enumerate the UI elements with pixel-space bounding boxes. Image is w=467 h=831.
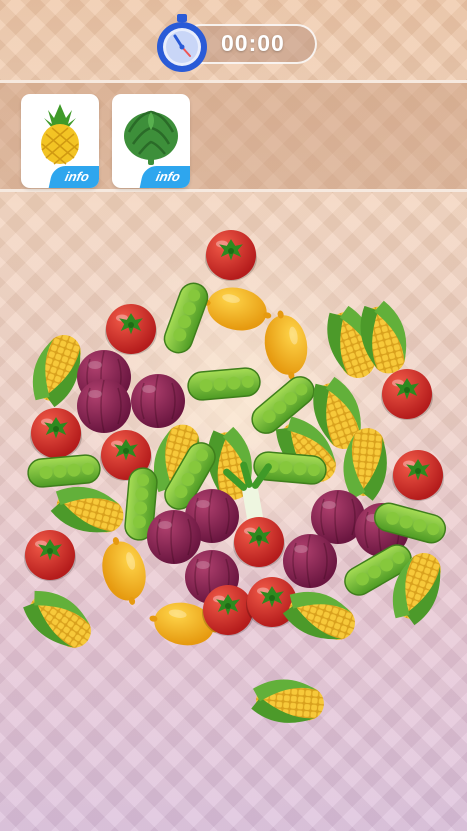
tomato[interactable] bbox=[233, 517, 285, 568]
red-onion[interactable] bbox=[130, 373, 186, 429]
corn[interactable] bbox=[47, 479, 129, 541]
game-board[interactable] bbox=[0, 195, 467, 831]
lemon[interactable] bbox=[94, 531, 154, 611]
timer: 00:00 bbox=[155, 12, 320, 74]
red-onion[interactable] bbox=[146, 509, 202, 565]
goal-card-artichoke[interactable]: info bbox=[112, 94, 190, 188]
corn[interactable] bbox=[250, 676, 326, 726]
tomato[interactable] bbox=[105, 304, 157, 355]
pea-pod[interactable] bbox=[26, 453, 102, 489]
goal-card-pineapple[interactable]: info bbox=[21, 94, 99, 188]
lemon[interactable] bbox=[198, 281, 276, 337]
red-onion[interactable] bbox=[282, 533, 338, 589]
info-button[interactable]: info bbox=[139, 166, 190, 188]
stopwatch-icon bbox=[157, 14, 207, 72]
tomato[interactable] bbox=[205, 230, 257, 281]
corn[interactable] bbox=[16, 581, 101, 658]
red-onion[interactable] bbox=[76, 378, 132, 434]
artichoke-icon bbox=[124, 110, 178, 165]
goal-tray: info info bbox=[0, 80, 467, 192]
tomato[interactable] bbox=[30, 408, 82, 459]
pea-pod[interactable] bbox=[186, 366, 262, 402]
tomato[interactable] bbox=[381, 369, 433, 420]
tomato[interactable] bbox=[24, 530, 76, 581]
pineapple-icon bbox=[41, 104, 79, 165]
tomato[interactable] bbox=[392, 450, 444, 501]
info-button[interactable]: info bbox=[48, 166, 99, 188]
pea-pod[interactable] bbox=[159, 278, 213, 358]
timer-value: 00:00 bbox=[221, 30, 285, 56]
